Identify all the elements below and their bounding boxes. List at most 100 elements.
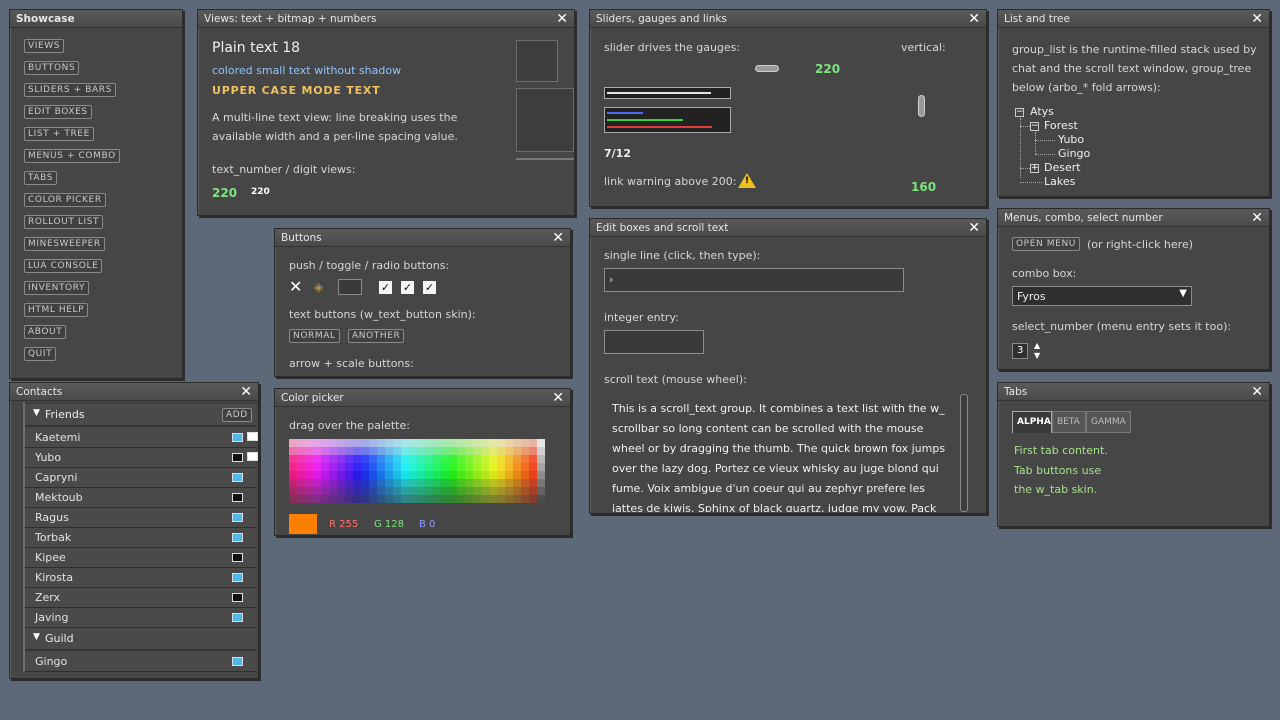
color-window: Color picker ✕ drag over the palette: R …	[274, 388, 571, 536]
scrollbar[interactable]	[960, 394, 968, 512]
close-icon[interactable]: ✕	[1251, 11, 1263, 27]
list-item[interactable]: Mektoub	[25, 488, 256, 508]
tree-node[interactable]: Yubo	[1058, 133, 1084, 146]
chat-icon[interactable]	[247, 452, 258, 461]
showcase-item-tabs[interactable]: TABS	[24, 171, 58, 185]
showcase-item-edit-boxes[interactable]: EDIT BOXES	[24, 105, 92, 119]
tree-node[interactable]: Gingo	[1058, 147, 1090, 160]
text-number: 220	[212, 186, 238, 200]
palette-label: drag over the palette:	[289, 419, 410, 432]
green-value: G 128	[374, 519, 405, 530]
tree-node[interactable]: Lakes	[1044, 175, 1075, 188]
bitmap-view-large	[516, 88, 574, 152]
link-label[interactable]: link warning above 200:	[604, 175, 736, 188]
tab-alpha[interactable]: ALPHA	[1012, 411, 1052, 433]
single-line-label: single line (click, then type):	[604, 249, 761, 262]
list-item[interactable]: Javing	[25, 608, 256, 628]
showcase-item-quit[interactable]: QUIT	[24, 347, 57, 361]
online-icon	[232, 657, 243, 666]
slider-label: slider drives the gauges:	[604, 41, 741, 54]
menus-window: Menus, combo, select number ✕ OPEN MENU …	[997, 208, 1270, 370]
scroll-text-area[interactable]: This is a scroll_text group. It combines…	[604, 394, 956, 512]
collapse-icon[interactable]: −	[1015, 108, 1024, 117]
combo-box[interactable]: Fyros ▼	[1012, 286, 1192, 306]
toggle-button[interactable]	[338, 279, 362, 295]
close-icon[interactable]: ✕	[552, 230, 564, 246]
showcase-item-list-tree[interactable]: LIST + TREE	[24, 127, 94, 141]
color-palette[interactable]	[289, 439, 545, 503]
tab-gamma[interactable]: GAMMA	[1086, 411, 1131, 433]
select-number-field[interactable]: 3	[1012, 343, 1028, 359]
normal-button[interactable]: NORMAL	[289, 329, 340, 343]
close-icon[interactable]: ✕	[552, 390, 564, 406]
vertical-value: 160	[911, 180, 937, 194]
showcase-item-sliders-bars[interactable]: SLIDERS + BARS	[24, 83, 116, 97]
close-icon[interactable]: ✕	[968, 220, 980, 236]
tree-node[interactable]: Atys	[1030, 105, 1054, 118]
close-icon[interactable]: ✕	[1251, 384, 1263, 400]
list-item[interactable]: Yubo	[25, 448, 258, 468]
list-item[interactable]: Ragus	[25, 508, 256, 528]
group-name: Guild	[45, 632, 74, 645]
list-item[interactable]: Capryni	[25, 468, 256, 488]
vertical-label: vertical:	[901, 41, 946, 54]
list-item[interactable]: Torbak	[25, 528, 256, 548]
list-item[interactable]: Zerx	[25, 588, 256, 608]
vertical-slider-thumb[interactable]	[918, 95, 925, 117]
another-button[interactable]: ANOTHER	[348, 329, 405, 343]
toggle-icon[interactable]: ◈	[314, 280, 323, 294]
chevron-down-icon[interactable]: ▼	[1179, 288, 1187, 299]
single-line-input[interactable]: ›	[604, 268, 904, 292]
list-item[interactable]: Kipee	[25, 548, 256, 568]
chat-icon[interactable]	[247, 432, 258, 441]
radio-checkbox-3[interactable]: ✓	[423, 281, 436, 294]
showcase-item-lua-console[interactable]: LUA CONSOLE	[24, 259, 103, 273]
group-header-guild[interactable]: ▼ Guild	[25, 628, 256, 650]
showcase-item-inventory[interactable]: INVENTORY	[24, 281, 90, 295]
select-label: select_number (menu entry sets it too):	[1012, 320, 1232, 333]
integer-input[interactable]	[604, 330, 704, 354]
tab-content-line: the w_tab skin.	[1014, 483, 1098, 496]
list-item[interactable]: Kirosta	[25, 568, 256, 588]
showcase-item-color-picker[interactable]: COLOR PICKER	[24, 193, 106, 207]
close-icon[interactable]: ✕	[240, 384, 252, 400]
close-icon[interactable]: ✕	[556, 11, 568, 27]
tree-node[interactable]: Desert	[1044, 161, 1081, 174]
contact-name: Kaetemi	[35, 431, 81, 444]
radio-checkbox-2[interactable]: ✓	[401, 281, 414, 294]
chevron-down-icon[interactable]: ▼	[33, 408, 40, 418]
add-button[interactable]: ADD	[222, 408, 252, 422]
showcase-item-minesweeper[interactable]: MINESWEEPER	[24, 237, 105, 251]
slider-thumb[interactable]	[755, 65, 779, 72]
open-menu-button[interactable]: OPEN MENU	[1012, 237, 1080, 251]
tab-beta[interactable]: BETA	[1052, 411, 1086, 433]
showcase-item-buttons[interactable]: BUTTONS	[24, 61, 80, 75]
radio-checkbox-1[interactable]: ✓	[379, 281, 392, 294]
showcase-item-views[interactable]: VIEWS	[24, 39, 65, 53]
tab-label: BETA	[1057, 417, 1080, 427]
scroll-text-body: This is a scroll_text group. It combines…	[612, 402, 946, 512]
warning-icon[interactable]: !	[738, 173, 756, 188]
expand-icon[interactable]: +	[1030, 164, 1039, 173]
tree-node[interactable]: Forest	[1044, 119, 1078, 132]
showcase-window: Showcase VIEWS BUTTONS SLIDERS + BARS EDIT …	[9, 9, 183, 379]
fraction-value: 7/12	[604, 147, 631, 160]
showcase-item-html-help[interactable]: HTML HELP	[24, 303, 89, 317]
showcase-item-about[interactable]: ABOUT	[24, 325, 67, 339]
list-item[interactable]: Gingo	[25, 652, 256, 672]
color-swatch	[289, 514, 317, 534]
stepper-up-icon[interactable]: ▲	[1034, 341, 1040, 350]
close-icon[interactable]: ✕	[968, 11, 980, 27]
offline-icon	[232, 493, 243, 502]
stepper-down-icon[interactable]: ▼	[1034, 351, 1040, 360]
collapse-icon[interactable]: −	[1030, 122, 1039, 131]
chevron-down-icon[interactable]: ▼	[33, 632, 40, 642]
showcase-item-rollout-list[interactable]: ROLLOUT LIST	[24, 215, 104, 229]
showcase-item-menus-combo[interactable]: MENUS + COMBO	[24, 149, 120, 163]
group-header-friends[interactable]: ▼ Friends ADD	[25, 404, 256, 426]
online-icon	[232, 573, 243, 582]
close-push-button[interactable]: ✕	[289, 279, 302, 295]
close-icon[interactable]: ✕	[1251, 210, 1263, 226]
contact-name: Gingo	[35, 655, 68, 668]
list-item[interactable]: Kaetemi	[25, 428, 258, 448]
